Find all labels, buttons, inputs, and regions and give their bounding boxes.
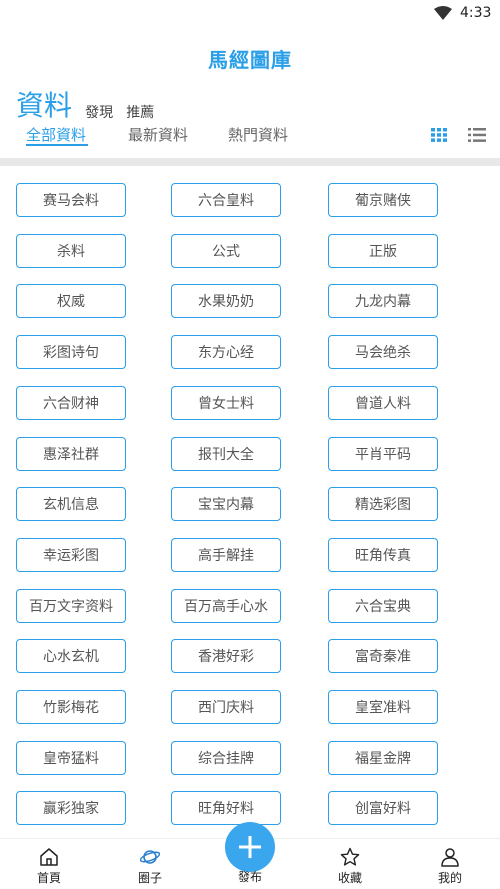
category-item[interactable]: 赛马会料	[16, 183, 126, 217]
category-item[interactable]: 公式	[171, 234, 281, 268]
category-item[interactable]: 玄机信息	[16, 487, 126, 521]
status-time: 4:33	[460, 5, 492, 21]
category-item[interactable]: 马会绝杀	[328, 335, 438, 369]
category-item[interactable]: 高手解挂	[171, 538, 281, 572]
nav-publish-label: 發布	[237, 870, 262, 884]
category-item[interactable]: 皇室准料	[328, 690, 438, 724]
nav-favorites-label: 收藏	[337, 871, 362, 885]
category-item[interactable]: 九龙内幕	[328, 284, 438, 318]
nav-circle-label: 圈子	[137, 871, 162, 885]
nav-circle[interactable]: 圈子	[110, 839, 190, 889]
publish-button[interactable]	[225, 822, 275, 872]
category-item[interactable]: 宝宝内幕	[171, 487, 281, 521]
category-item[interactable]: 综合挂牌	[171, 741, 281, 775]
category-item[interactable]: 曾道人料	[328, 386, 438, 420]
nav-home-label: 首頁	[36, 871, 61, 885]
grid-view-icon[interactable]	[431, 128, 447, 142]
category-item[interactable]: 六合财神	[16, 386, 126, 420]
tab-latest-data[interactable]: 最新資料	[128, 124, 188, 145]
category-item[interactable]: 福星金牌	[328, 741, 438, 775]
status-bar: 4:33	[0, 0, 500, 28]
category-item[interactable]: 西门庆料	[171, 690, 281, 724]
wifi-icon	[434, 6, 452, 20]
category-item[interactable]: 香港好彩	[171, 639, 281, 673]
discover-link[interactable]: 發現	[85, 102, 113, 122]
app-title: 馬經圖庫	[208, 48, 292, 72]
recommend-link[interactable]: 推薦	[126, 102, 154, 122]
nav-mine[interactable]: 我的	[410, 839, 490, 889]
category-item[interactable]: 六合皇料	[171, 183, 281, 217]
category-item[interactable]: 葡京赌侠	[328, 183, 438, 217]
home-icon	[40, 848, 58, 866]
category-item[interactable]: 惠泽社群	[16, 437, 126, 471]
category-item[interactable]: 曾女士料	[171, 386, 281, 420]
category-item[interactable]: 权威	[16, 284, 126, 318]
star-icon	[340, 847, 360, 866]
list-view-icon[interactable]	[468, 128, 486, 142]
category-item[interactable]: 精选彩图	[328, 487, 438, 521]
tab-hot-data[interactable]: 熱門資料	[228, 124, 288, 145]
category-item[interactable]: 创富好料	[328, 791, 438, 825]
category-item[interactable]: 报刊大全	[171, 437, 281, 471]
category-item[interactable]: 竹影梅花	[16, 690, 126, 724]
nav-home[interactable]: 首頁	[9, 839, 89, 889]
category-item[interactable]: 东方心经	[171, 335, 281, 369]
section-divider	[0, 158, 500, 166]
nav-favorites[interactable]: 收藏	[310, 839, 390, 889]
active-tab-underline	[26, 144, 88, 146]
plus-icon	[239, 836, 261, 858]
planet-icon	[140, 850, 160, 864]
category-item[interactable]: 正版	[328, 234, 438, 268]
user-icon	[441, 848, 459, 867]
tab-all-data[interactable]: 全部資料	[26, 124, 86, 145]
category-item[interactable]: 心水玄机	[16, 639, 126, 673]
category-item[interactable]: 赢彩独家	[16, 791, 126, 825]
nav-mine-label: 我的	[437, 871, 462, 885]
category-item[interactable]: 幸运彩图	[16, 538, 126, 572]
section-header: 資料 發現 推薦	[16, 84, 154, 122]
category-item[interactable]: 旺角传真	[328, 538, 438, 572]
category-item[interactable]: 杀料	[16, 234, 126, 268]
category-item[interactable]: 富奇秦准	[328, 639, 438, 673]
section-title: 資料	[16, 89, 73, 122]
category-item[interactable]: 皇帝猛料	[16, 741, 126, 775]
category-item[interactable]: 彩图诗句	[16, 335, 126, 369]
category-item[interactable]: 六合宝典	[328, 589, 438, 623]
category-item[interactable]: 旺角好料	[171, 791, 281, 825]
category-item[interactable]: 平肖平码	[328, 437, 438, 471]
category-item[interactable]: 百万文字资料	[16, 589, 126, 623]
category-item[interactable]: 百万高手心水	[171, 589, 281, 623]
category-item[interactable]: 水果奶奶	[171, 284, 281, 318]
